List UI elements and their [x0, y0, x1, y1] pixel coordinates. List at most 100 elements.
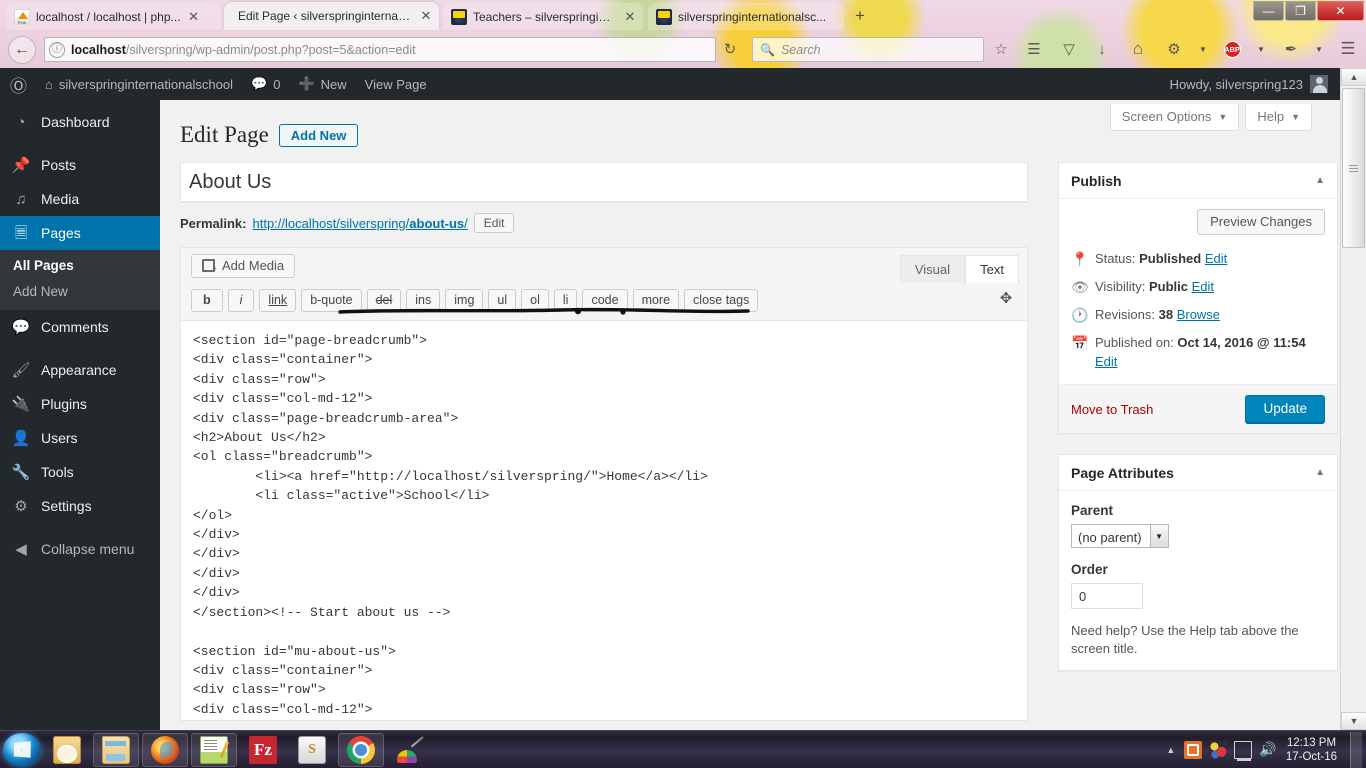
- quicktag-italic[interactable]: i: [227, 289, 255, 312]
- tray-colorpicker-icon[interactable]: [1208, 740, 1227, 759]
- visibility-edit-link[interactable]: Edit: [1192, 279, 1214, 294]
- pocket-icon[interactable]: ▽: [1058, 38, 1080, 60]
- taskbar-paint-icon[interactable]: [387, 733, 433, 767]
- quicktag-ol[interactable]: ol: [521, 289, 549, 312]
- sidebar-item-comments[interactable]: 💬 Comments: [0, 310, 160, 344]
- maximize-button[interactable]: ❐: [1285, 1, 1316, 21]
- order-input[interactable]: [1071, 583, 1143, 609]
- sidebar-item-plugins[interactable]: 🔌 Plugins: [0, 387, 160, 421]
- post-title-input[interactable]: [181, 163, 1027, 201]
- sidebar-item-appearance[interactable]: 🖌 Appearance: [0, 353, 160, 387]
- new-content-menu[interactable]: ➕ New: [289, 68, 355, 100]
- account-menu[interactable]: Howdy, silverspring123: [1170, 75, 1340, 93]
- sidebar-item-all-pages[interactable]: All Pages: [0, 252, 160, 278]
- scrollbar-thumb[interactable]: [1342, 88, 1365, 248]
- eyedropper-icon[interactable]: ✒: [1280, 38, 1302, 60]
- back-button[interactable]: ←: [8, 36, 36, 64]
- quicktag-img[interactable]: img: [445, 289, 484, 312]
- quicktag-close-tags[interactable]: close tags: [684, 289, 759, 312]
- tray-network-icon[interactable]: [1233, 740, 1252, 761]
- menu-hamburger-icon[interactable]: ☰: [1337, 38, 1359, 60]
- quicktag-link[interactable]: link: [259, 289, 297, 312]
- scroll-down-button[interactable]: ▼: [1341, 712, 1366, 730]
- wordpress-logo-icon[interactable]: Ⓞ: [0, 68, 36, 100]
- tab-text[interactable]: Text: [965, 255, 1019, 284]
- tab-close-icon[interactable]: ✕: [623, 10, 637, 24]
- sidebar-item-settings[interactable]: ⚙ Settings: [0, 489, 160, 523]
- add-media-button[interactable]: Add Media: [191, 254, 296, 278]
- start-button[interactable]: [3, 732, 41, 767]
- site-name-menu[interactable]: ⌂ silverspringinternationalschool: [36, 68, 242, 100]
- sidebar-item-dashboard[interactable]: ◔ Dashboard: [0, 105, 160, 139]
- downloads-icon[interactable]: ↓: [1091, 38, 1113, 60]
- sidebar-item-add-new-page[interactable]: Add New: [0, 278, 160, 304]
- quicktag-bquote[interactable]: b-quote: [301, 289, 362, 312]
- tray-volume-icon[interactable]: 🔊: [1259, 741, 1277, 759]
- preview-changes-button[interactable]: Preview Changes: [1197, 209, 1325, 235]
- publish-box-header[interactable]: Publish ▲: [1059, 163, 1337, 199]
- quicktag-more[interactable]: more: [632, 289, 680, 312]
- chevron-up-icon[interactable]: ▲: [1315, 467, 1325, 478]
- fullscreen-icon[interactable]: ✥: [997, 290, 1015, 308]
- taskbar-clock[interactable]: 12:13 PM 17-Oct-16: [1284, 736, 1343, 764]
- minimize-button[interactable]: —: [1253, 1, 1284, 21]
- site-identity-icon[interactable]: ⓘ: [49, 41, 65, 58]
- quicktag-bold[interactable]: b: [191, 289, 223, 312]
- tray-expand-arrow-icon[interactable]: ▲: [1165, 745, 1177, 755]
- extension-icon[interactable]: ⚙: [1163, 38, 1185, 60]
- extension-caret-icon[interactable]: ▼: [1192, 38, 1214, 60]
- taskbar-firefox-icon[interactable]: [142, 732, 188, 767]
- adblock-plus-icon[interactable]: ABP: [1221, 38, 1243, 60]
- adblock-caret-icon[interactable]: ▼: [1250, 38, 1272, 60]
- comments-bubble[interactable]: 💬 0: [242, 68, 289, 100]
- update-button[interactable]: Update: [1245, 395, 1325, 423]
- revisions-browse-link[interactable]: Browse: [1177, 307, 1220, 322]
- tray-xampp-icon[interactable]: [1183, 740, 1202, 759]
- sidebar-item-tools[interactable]: 🔧 Tools: [0, 455, 160, 489]
- taskbar-chrome-icon[interactable]: [338, 732, 384, 767]
- move-to-trash-link[interactable]: Move to Trash: [1071, 402, 1153, 417]
- taskbar-explorer-icon[interactable]: [93, 732, 139, 767]
- quicktag-li[interactable]: li: [553, 289, 578, 312]
- tab-close-icon[interactable]: ✕: [187, 10, 201, 24]
- eyedropper-caret-icon[interactable]: ▼: [1308, 38, 1330, 60]
- bookmark-star-icon[interactable]: ☆: [990, 38, 1012, 60]
- scroll-up-button[interactable]: ▲: [1341, 68, 1366, 86]
- tab-close-icon[interactable]: ✕: [419, 9, 433, 23]
- browser-tab-0[interactable]: localhost / localhost | php... ✕: [6, 3, 221, 30]
- chevron-up-icon[interactable]: ▲: [1315, 175, 1325, 186]
- taskbar-filezilla-icon[interactable]: Fz: [240, 733, 286, 767]
- sidebar-item-pages[interactable]: 🗏 Pages: [0, 216, 168, 250]
- quicktag-code[interactable]: code: [582, 289, 628, 312]
- published-edit-link[interactable]: Edit: [1095, 353, 1306, 371]
- new-tab-button[interactable]: +: [849, 6, 871, 26]
- view-page-link[interactable]: View Page: [356, 68, 436, 100]
- page-scrollbar[interactable]: ▲ ▼: [1340, 68, 1366, 730]
- reload-icon[interactable]: ↻: [720, 40, 740, 60]
- url-bar[interactable]: ⓘ localhost /silverspring/wp-admin/post.…: [44, 37, 716, 62]
- sidebar-item-posts[interactable]: 📌 Posts: [0, 148, 160, 182]
- sidebar-item-media[interactable]: ♫ Media: [0, 182, 160, 216]
- sidebar-item-users[interactable]: 👤 Users: [0, 421, 160, 455]
- taskbar-mail-icon[interactable]: [44, 733, 90, 767]
- reading-list-icon[interactable]: ☰: [1023, 38, 1045, 60]
- quicktag-ins[interactable]: ins: [406, 289, 441, 312]
- status-edit-link[interactable]: Edit: [1205, 251, 1227, 266]
- page-attributes-header[interactable]: Page Attributes ▲: [1059, 455, 1337, 491]
- screen-options-button[interactable]: Screen Options ▼: [1109, 104, 1240, 131]
- home-icon[interactable]: ⌂: [1127, 38, 1149, 60]
- help-button[interactable]: Help ▼: [1245, 104, 1312, 131]
- taskbar-sublime-icon[interactable]: S: [289, 733, 335, 767]
- browser-tab-3[interactable]: silverspringinternationalsc...: [648, 3, 844, 30]
- add-new-button[interactable]: Add New: [278, 123, 359, 147]
- permalink-edit-button[interactable]: Edit: [473, 213, 515, 233]
- browser-tab-2[interactable]: Teachers – silverspringinter... ✕: [443, 3, 643, 30]
- collapse-menu-button[interactable]: ◀ Collapse menu: [0, 532, 160, 566]
- quicktag-ul[interactable]: ul: [488, 289, 517, 312]
- tab-visual[interactable]: Visual: [899, 255, 965, 284]
- parent-select[interactable]: (no parent) ▼: [1071, 524, 1169, 548]
- browser-tab-1[interactable]: Edit Page ‹ silverspringinternati... ✕: [224, 2, 439, 30]
- close-window-button[interactable]: ✕: [1317, 1, 1364, 21]
- content-textarea[interactable]: <section id="page-breadcrumb"> <div clas…: [180, 321, 1028, 721]
- quicktag-del[interactable]: del: [366, 289, 402, 312]
